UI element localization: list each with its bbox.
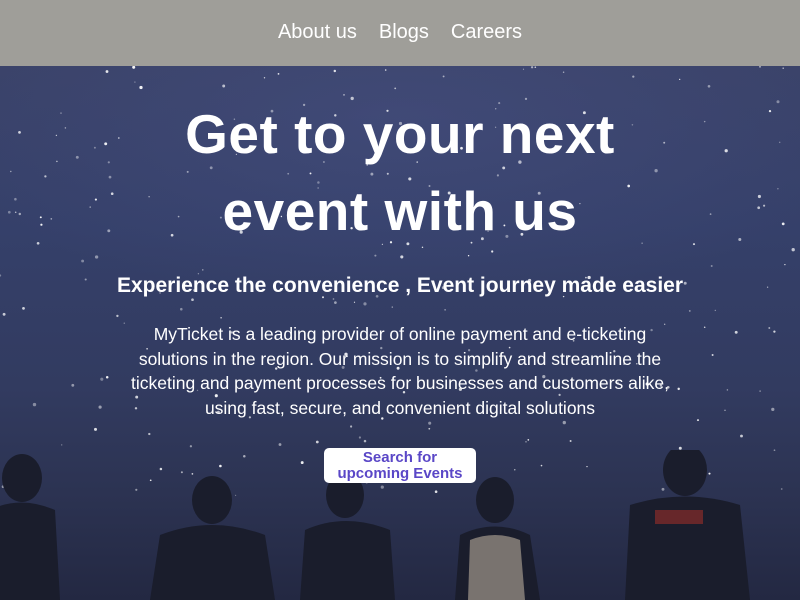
hero-section: Get to your next event with us Experienc… <box>0 66 800 600</box>
hero-headline: Get to your next event with us <box>185 103 615 242</box>
hero-content: Get to your next event with us Experienc… <box>0 66 800 483</box>
search-upcoming-events-button[interactable]: Search for upcoming Events <box>324 448 476 483</box>
nav-link-blogs[interactable]: Blogs <box>379 22 429 44</box>
hero-subheadline: Experience the convenience , Event journ… <box>116 274 684 297</box>
nav-link-careers[interactable]: Careers <box>451 22 522 44</box>
hero-description: MyTicket is a leading provider of online… <box>131 324 669 418</box>
nav-link-about-us[interactable]: About us <box>278 22 357 44</box>
top-navigation: About us Blogs Careers <box>0 0 800 66</box>
